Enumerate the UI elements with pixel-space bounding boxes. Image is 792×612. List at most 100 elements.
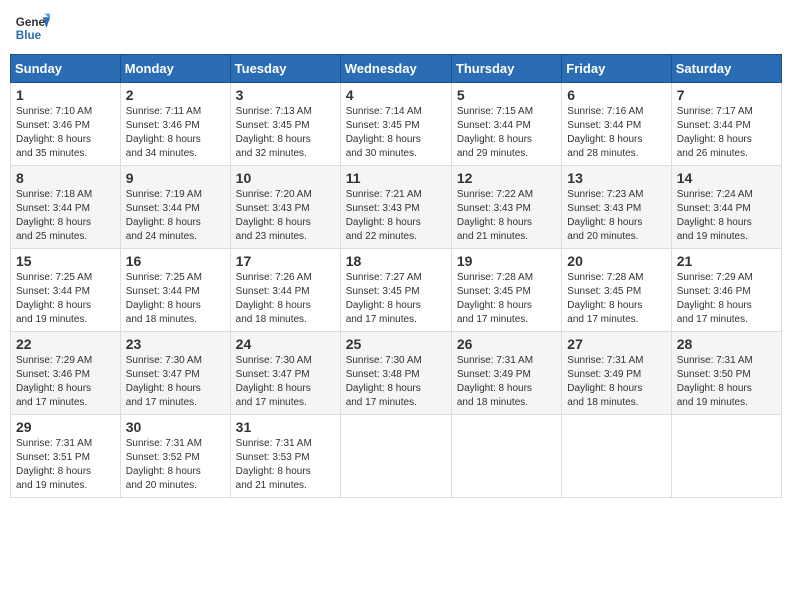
day-header-tuesday: Tuesday — [230, 55, 340, 83]
calendar-cell: 20 Sunrise: 7:28 AM Sunset: 3:45 PM Dayli… — [562, 249, 671, 332]
day-info: Sunrise: 7:13 AM Sunset: 3:45 PM Dayligh… — [236, 105, 335, 161]
calendar-cell: 5Sunrise: 7:15 AM Sunset: 3:44 PM Daylig… — [451, 83, 561, 166]
calendar-cell: 9Sunrise: 7:19 AM Sunset: 3:44 PM Daylig… — [120, 166, 230, 249]
calendar-cell: 2Sunrise: 7:11 AM Sunset: 3:46 PM Daylig… — [120, 83, 230, 166]
day-info: Sunrise: 7:11 AM Sunset: 3:46 PM Dayligh… — [126, 105, 225, 161]
day-number: 27 — [567, 336, 665, 352]
day-number: 15 — [16, 253, 115, 269]
day-info: Sunrise: 7:19 AM Sunset: 3:44 PM Dayligh… — [126, 188, 225, 244]
day-number: 13 — [567, 170, 665, 186]
day-info: Sunrise: 7:31 AM Sunset: 3:49 PM Dayligh… — [567, 354, 665, 410]
day-info: Sunrise: 7:28 AM Sunset: 3:45 PM Dayligh… — [567, 271, 665, 327]
day-info: Sunrise: 7:18 AM Sunset: 3:44 PM Dayligh… — [16, 188, 115, 244]
day-number: 26 — [457, 336, 556, 352]
day-info: Sunrise: 7:16 AM Sunset: 3:44 PM Dayligh… — [567, 105, 665, 161]
calendar-week-2: 8 Sunrise: 7:18 AM Sunset: 3:44 PM Daylig… — [11, 166, 782, 249]
day-info: Sunrise: 7:22 AM Sunset: 3:43 PM Dayligh… — [457, 188, 556, 244]
calendar-cell: 19Sunrise: 7:28 AM Sunset: 3:45 PM Dayli… — [451, 249, 561, 332]
day-info: Sunrise: 7:20 AM Sunset: 3:43 PM Dayligh… — [236, 188, 335, 244]
day-info: Sunrise: 7:30 AM Sunset: 3:47 PM Dayligh… — [236, 354, 335, 410]
day-number: 30 — [126, 419, 225, 435]
calendar-body: 1Sunrise: 7:10 AM Sunset: 3:46 PM Daylig… — [11, 83, 782, 498]
calendar-week-3: 15 Sunrise: 7:25 AM Sunset: 3:44 PM Dayli… — [11, 249, 782, 332]
calendar-cell: 28 Sunrise: 7:31 AM Sunset: 3:50 PM Dayli… — [671, 332, 781, 415]
day-number: 5 — [457, 87, 556, 103]
calendar-cell: 8 Sunrise: 7:18 AM Sunset: 3:44 PM Daylig… — [11, 166, 121, 249]
calendar-cell: 1Sunrise: 7:10 AM Sunset: 3:46 PM Daylig… — [11, 83, 121, 166]
day-info: Sunrise: 7:31 AM Sunset: 3:51 PM Dayligh… — [16, 437, 115, 493]
calendar-cell: 14 Sunrise: 7:24 AM Sunset: 3:44 PM Dayli… — [671, 166, 781, 249]
calendar-week-1: 1Sunrise: 7:10 AM Sunset: 3:46 PM Daylig… — [11, 83, 782, 166]
logo-icon: General Blue — [14, 10, 50, 46]
svg-text:Blue: Blue — [16, 29, 42, 42]
day-number: 8 — [16, 170, 115, 186]
calendar-cell: 30Sunrise: 7:31 AM Sunset: 3:52 PM Dayli… — [120, 415, 230, 498]
calendar-cell: 27 Sunrise: 7:31 AM Sunset: 3:49 PM Dayli… — [562, 332, 671, 415]
calendar-cell: 17 Sunrise: 7:26 AM Sunset: 3:44 PM Dayli… — [230, 249, 340, 332]
day-info: Sunrise: 7:28 AM Sunset: 3:45 PM Dayligh… — [457, 271, 556, 327]
calendar-week-5: 29 Sunrise: 7:31 AM Sunset: 3:51 PM Dayli… — [11, 415, 782, 498]
day-info: Sunrise: 7:30 AM Sunset: 3:47 PM Dayligh… — [126, 354, 225, 410]
calendar-cell: 15 Sunrise: 7:25 AM Sunset: 3:44 PM Dayli… — [11, 249, 121, 332]
calendar-cell: 7Sunrise: 7:17 AM Sunset: 3:44 PM Daylig… — [671, 83, 781, 166]
day-number: 16 — [126, 253, 225, 269]
calendar-cell: 6 Sunrise: 7:16 AM Sunset: 3:44 PM Daylig… — [562, 83, 671, 166]
day-info: Sunrise: 7:21 AM Sunset: 3:43 PM Dayligh… — [346, 188, 446, 244]
calendar-cell: 18Sunrise: 7:27 AM Sunset: 3:45 PM Dayli… — [340, 249, 451, 332]
day-number: 11 — [346, 170, 446, 186]
day-number: 6 — [567, 87, 665, 103]
day-info: Sunrise: 7:25 AM Sunset: 3:44 PM Dayligh… — [126, 271, 225, 327]
calendar-cell: 24 Sunrise: 7:30 AM Sunset: 3:47 PM Dayli… — [230, 332, 340, 415]
day-info: Sunrise: 7:30 AM Sunset: 3:48 PM Dayligh… — [346, 354, 446, 410]
calendar-cell: 22 Sunrise: 7:29 AM Sunset: 3:46 PM Dayli… — [11, 332, 121, 415]
day-info: Sunrise: 7:29 AM Sunset: 3:46 PM Dayligh… — [677, 271, 776, 327]
day-number: 21 — [677, 253, 776, 269]
calendar-cell — [340, 415, 451, 498]
day-info: Sunrise: 7:26 AM Sunset: 3:44 PM Dayligh… — [236, 271, 335, 327]
calendar-week-4: 22 Sunrise: 7:29 AM Sunset: 3:46 PM Dayli… — [11, 332, 782, 415]
calendar-cell: 26 Sunrise: 7:31 AM Sunset: 3:49 PM Dayli… — [451, 332, 561, 415]
day-number: 1 — [16, 87, 115, 103]
calendar-cell: 4 Sunrise: 7:14 AM Sunset: 3:45 PM Daylig… — [340, 83, 451, 166]
calendar-cell: 29 Sunrise: 7:31 AM Sunset: 3:51 PM Dayli… — [11, 415, 121, 498]
day-header-sunday: Sunday — [11, 55, 121, 83]
day-number: 29 — [16, 419, 115, 435]
calendar-cell: 11 Sunrise: 7:21 AM Sunset: 3:43 PM Dayli… — [340, 166, 451, 249]
day-info: Sunrise: 7:31 AM Sunset: 3:50 PM Dayligh… — [677, 354, 776, 410]
calendar-cell: 16 Sunrise: 7:25 AM Sunset: 3:44 PM Dayli… — [120, 249, 230, 332]
calendar-header-row: SundayMondayTuesdayWednesdayThursdayFrid… — [11, 55, 782, 83]
day-info: Sunrise: 7:24 AM Sunset: 3:44 PM Dayligh… — [677, 188, 776, 244]
logo: General Blue — [14, 10, 50, 46]
calendar-cell — [451, 415, 561, 498]
day-number: 18 — [346, 253, 446, 269]
day-number: 7 — [677, 87, 776, 103]
day-header-saturday: Saturday — [671, 55, 781, 83]
day-info: Sunrise: 7:31 AM Sunset: 3:49 PM Dayligh… — [457, 354, 556, 410]
day-number: 3 — [236, 87, 335, 103]
day-info: Sunrise: 7:29 AM Sunset: 3:46 PM Dayligh… — [16, 354, 115, 410]
day-info: Sunrise: 7:31 AM Sunset: 3:53 PM Dayligh… — [236, 437, 335, 493]
day-header-monday: Monday — [120, 55, 230, 83]
day-info: Sunrise: 7:23 AM Sunset: 3:43 PM Dayligh… — [567, 188, 665, 244]
calendar-cell: 23 Sunrise: 7:30 AM Sunset: 3:47 PM Dayli… — [120, 332, 230, 415]
day-number: 10 — [236, 170, 335, 186]
page-header: General Blue — [10, 10, 782, 46]
calendar-cell — [671, 415, 781, 498]
calendar-cell: 12 Sunrise: 7:22 AM Sunset: 3:43 PM Dayli… — [451, 166, 561, 249]
calendar-cell: 10 Sunrise: 7:20 AM Sunset: 3:43 PM Dayli… — [230, 166, 340, 249]
calendar-cell: 13 Sunrise: 7:23 AM Sunset: 3:43 PM Dayli… — [562, 166, 671, 249]
calendar-cell — [562, 415, 671, 498]
day-number: 17 — [236, 253, 335, 269]
day-info: Sunrise: 7:14 AM Sunset: 3:45 PM Dayligh… — [346, 105, 446, 161]
day-info: Sunrise: 7:25 AM Sunset: 3:44 PM Dayligh… — [16, 271, 115, 327]
day-number: 23 — [126, 336, 225, 352]
day-number: 12 — [457, 170, 556, 186]
day-number: 24 — [236, 336, 335, 352]
day-number: 22 — [16, 336, 115, 352]
day-number: 14 — [677, 170, 776, 186]
calendar-cell: 3 Sunrise: 7:13 AM Sunset: 3:45 PM Daylig… — [230, 83, 340, 166]
day-number: 28 — [677, 336, 776, 352]
day-number: 4 — [346, 87, 446, 103]
day-header-friday: Friday — [562, 55, 671, 83]
day-number: 20 — [567, 253, 665, 269]
